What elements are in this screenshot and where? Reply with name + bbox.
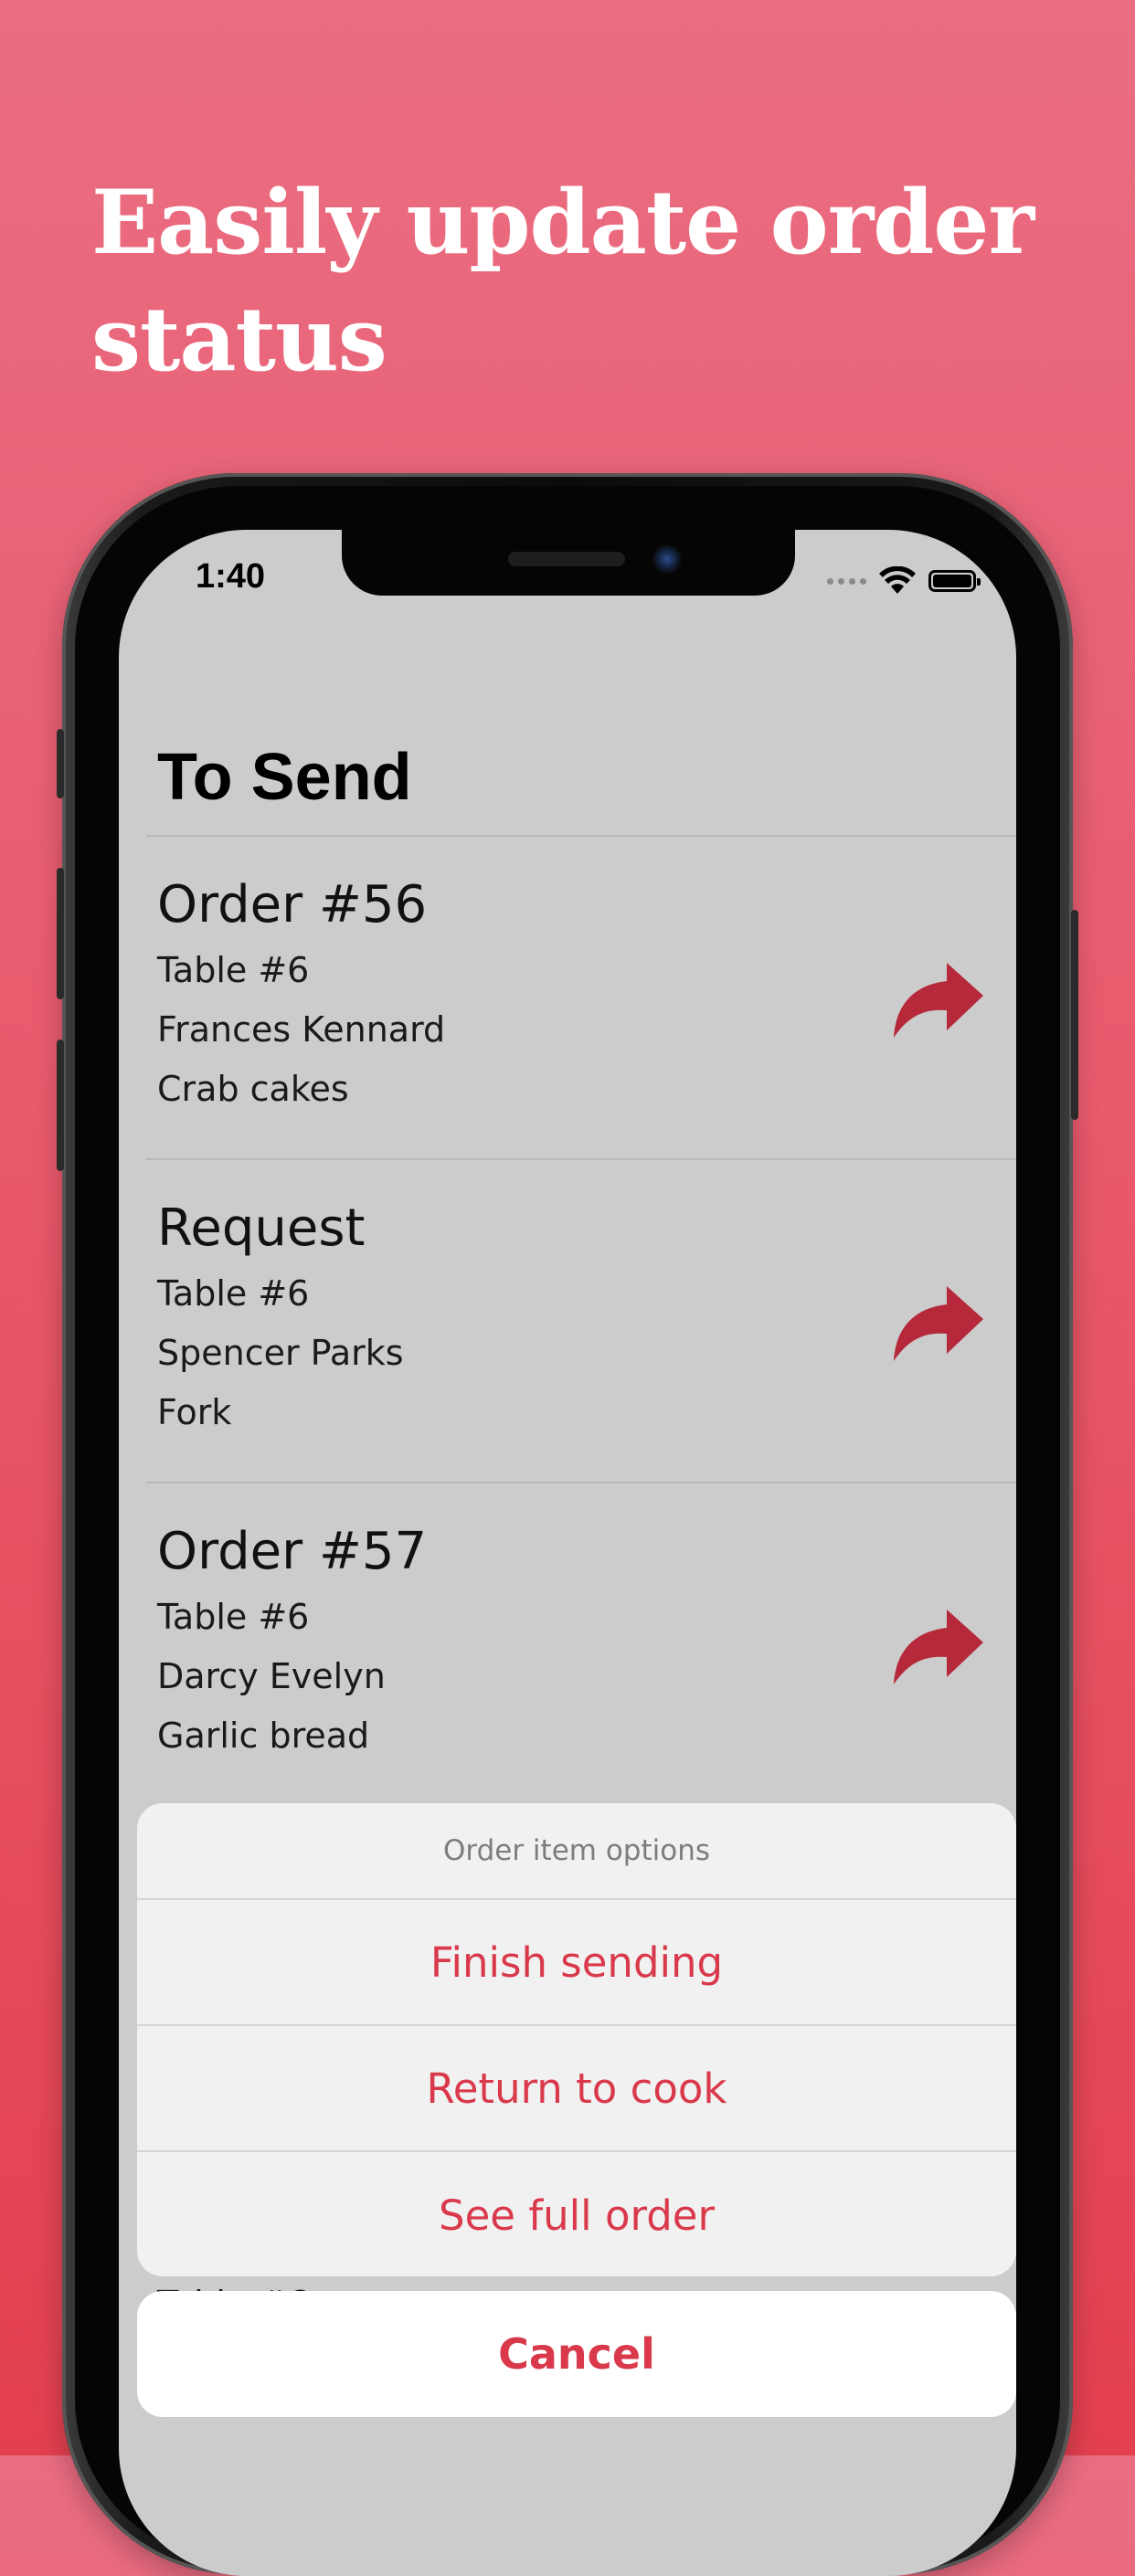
status-icons	[827, 565, 981, 597]
order-list: Order #56 Table #6 Frances Kennard Crab …	[146, 835, 1016, 1805]
front-camera	[652, 544, 682, 574]
order-row[interactable]: Request Table #6 Spencer Parks Fork	[146, 1158, 1016, 1482]
order-table: Table #6	[157, 950, 310, 990]
side-button-power	[1071, 910, 1078, 1120]
send-arrow-icon[interactable]	[890, 1284, 985, 1363]
order-customer: Darcy Evelyn	[157, 1656, 386, 1696]
order-title: Request	[157, 1198, 366, 1258]
status-time: 1:40	[196, 557, 266, 596]
signal-dots-icon	[827, 577, 866, 585]
side-button-volume-up	[57, 868, 64, 999]
send-arrow-icon[interactable]	[890, 1608, 985, 1686]
side-button-volume-down	[57, 1040, 64, 1171]
battery-icon	[928, 570, 981, 592]
cancel-button[interactable]: Cancel	[137, 2291, 1016, 2417]
order-table: Table #6	[157, 1597, 310, 1637]
send-arrow-icon[interactable]	[890, 961, 985, 1040]
notch	[342, 530, 795, 596]
order-table: Table #6	[157, 1273, 310, 1314]
return-to-cook-button[interactable]: Return to cook	[137, 2026, 1016, 2152]
side-button-mute	[57, 729, 64, 798]
finish-sending-button[interactable]: Finish sending	[137, 1900, 1016, 2026]
order-title: Order #56	[157, 875, 428, 934]
order-item: Crab cakes	[157, 1069, 349, 1109]
wifi-icon	[879, 566, 916, 594]
order-item: Garlic bread	[157, 1716, 370, 1756]
order-row[interactable]: Order #56 Table #6 Frances Kennard Crab …	[146, 835, 1016, 1158]
speaker-grille	[508, 552, 625, 566]
order-item: Fork	[157, 1392, 232, 1432]
action-sheet: Order item options Finish sending Return…	[137, 1803, 1016, 2276]
order-customer: Spencer Parks	[157, 1333, 404, 1373]
order-customer: Frances Kennard	[157, 1009, 446, 1050]
headline: Easily update order status	[91, 171, 1034, 391]
action-sheet-title: Order item options	[137, 1803, 1016, 1900]
phone-frame: 1:40 To Send Order #56 Table #6 Frances …	[57, 473, 1078, 2576]
see-full-order-button[interactable]: See full order	[137, 2152, 1016, 2276]
order-title: Order #57	[157, 1522, 428, 1581]
page-title: To Send	[157, 741, 412, 814]
order-row[interactable]: Order #57 Table #6 Darcy Evelyn Garlic b…	[146, 1482, 1016, 1805]
